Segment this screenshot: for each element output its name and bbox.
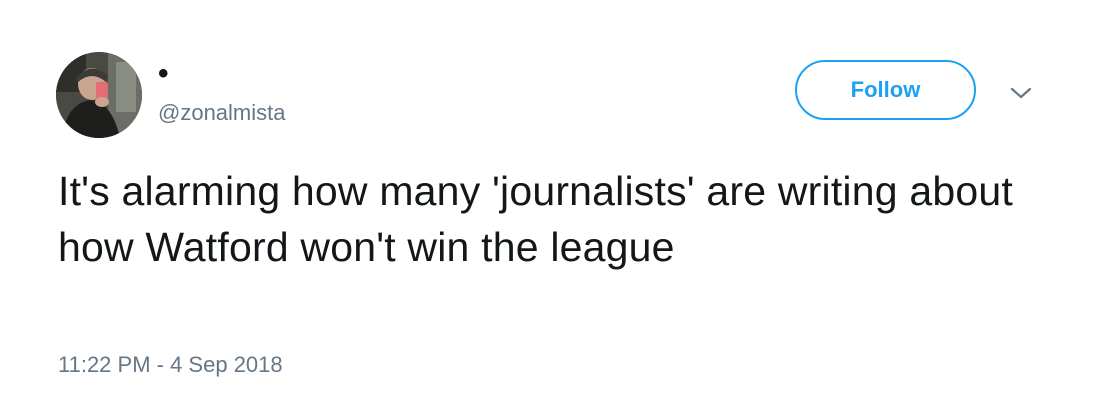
tweet-card: • @zonalmista Follow It's alarming how m… [0,0,1096,402]
user-handle[interactable]: @zonalmista [158,98,286,128]
avatar[interactable] [56,52,142,138]
display-name[interactable]: • [158,54,169,94]
chevron-down-icon [1010,87,1032,99]
tweet-timestamp[interactable]: 11:22 PM - 4 Sep 2018 [58,350,283,380]
more-options-button[interactable] [1008,80,1034,106]
tweet-text: It's alarming how many 'journalists' are… [58,168,1013,270]
follow-button[interactable]: Follow [795,60,976,120]
profile-photo-icon [56,52,142,138]
